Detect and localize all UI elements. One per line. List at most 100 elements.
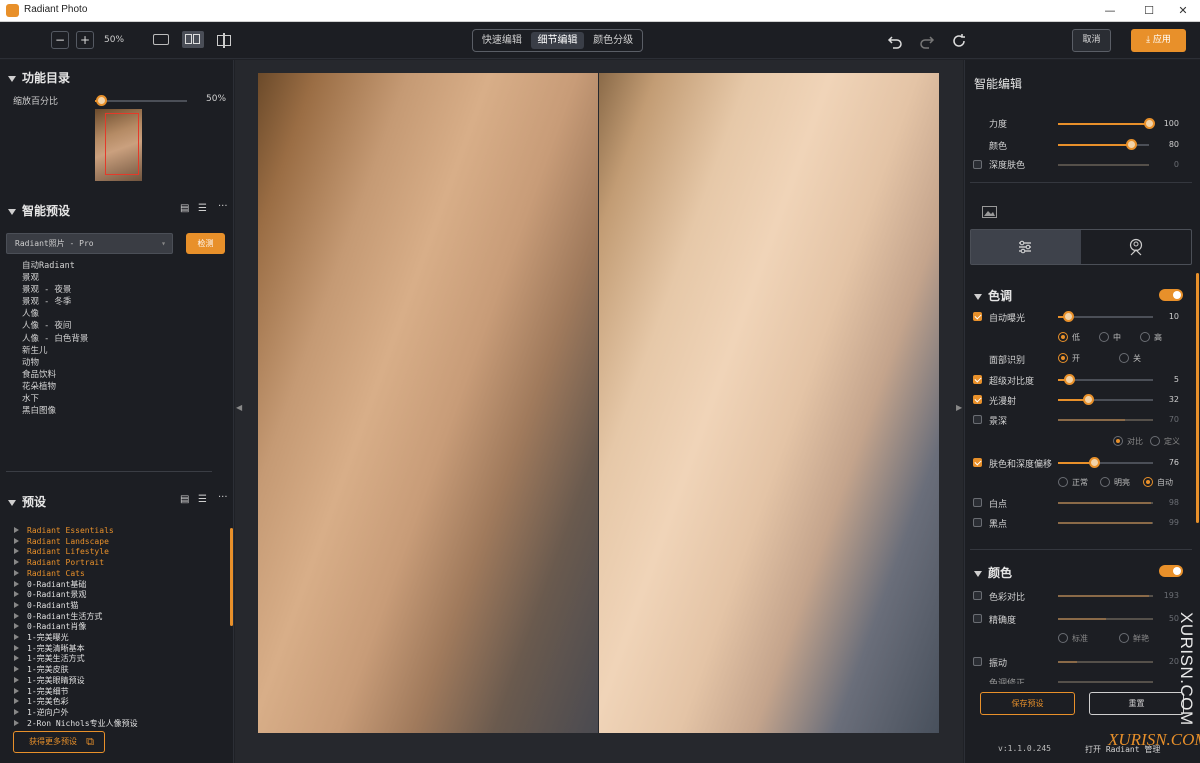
refresh-icon[interactable]	[951, 33, 967, 49]
preset-folder-item[interactable]: 1-完美皮肤	[14, 665, 138, 676]
navigator-view-frame[interactable]	[105, 113, 139, 175]
precision-standard-radio[interactable]	[1058, 633, 1068, 643]
strength-slider[interactable]	[1058, 118, 1155, 129]
minimize-button[interactable]: —	[1093, 0, 1127, 22]
right-panel-scrollbar[interactable]	[1196, 273, 1199, 523]
side-by-side-view-icon[interactable]	[182, 31, 204, 48]
save-preset-button[interactable]: 保存预设	[980, 692, 1075, 715]
exposure-high-radio[interactable]	[1140, 332, 1150, 342]
smart-preset-item[interactable]: 人像	[22, 308, 88, 320]
preset-folder-item[interactable]: 1-逆向户外	[14, 708, 138, 719]
super-contrast-checkbox[interactable]	[973, 375, 982, 384]
auto-exposure-checkbox[interactable]	[973, 312, 982, 321]
preset-folder-item[interactable]: Radiant Essentials	[14, 526, 138, 537]
collapse-right-panel-icon[interactable]: ▶	[956, 403, 962, 412]
white-point-slider[interactable]	[1058, 502, 1153, 504]
exposure-mid-radio[interactable]	[1099, 332, 1109, 342]
smart-preset-item[interactable]: 水下	[22, 393, 88, 405]
vibrance-checkbox[interactable]	[973, 657, 982, 666]
face-detection-off-radio[interactable]	[1119, 353, 1129, 363]
grid-view-icon[interactable]: ▤	[180, 203, 189, 214]
grid-view-icon[interactable]: ▤	[180, 494, 189, 505]
catalog-header[interactable]: 功能目录	[8, 69, 70, 86]
black-point-slider[interactable]	[1058, 522, 1153, 524]
face-detection-on-radio[interactable]	[1058, 353, 1068, 363]
preset-folder-item[interactable]: Radiant Landscape	[14, 537, 138, 548]
color-section-header[interactable]: 颜色	[974, 564, 1012, 581]
smart-preset-item[interactable]: 动物	[22, 357, 88, 369]
split-view-icon[interactable]	[216, 33, 234, 48]
color-strength-handle[interactable]	[1125, 139, 1137, 150]
redo-icon[interactable]	[919, 33, 935, 49]
depth-slider[interactable]	[1058, 419, 1153, 421]
strength-handle[interactable]	[1144, 118, 1155, 129]
preset-folder-item[interactable]: 1-完美曝光	[14, 633, 138, 644]
presets-header[interactable]: 预设	[8, 493, 46, 510]
before-photo[interactable]	[258, 73, 598, 733]
tab-detail-edit[interactable]: 细节编辑	[530, 32, 585, 49]
exposure-low-radio[interactable]	[1058, 332, 1068, 342]
skin-bright-radio[interactable]	[1100, 477, 1110, 487]
black-point-checkbox[interactable]	[973, 518, 982, 527]
skin-depth-checkbox[interactable]	[973, 458, 982, 467]
tone-fix-slider[interactable]	[1058, 681, 1153, 683]
light-diffusion-checkbox[interactable]	[973, 395, 982, 404]
smart-preset-item[interactable]: 新生儿	[22, 345, 88, 357]
image-icon[interactable]	[982, 206, 997, 218]
smart-preset-item[interactable]: 人像 - 白色背景	[22, 333, 88, 345]
undo-icon[interactable]	[887, 33, 903, 49]
smart-preset-item[interactable]: 景观 - 冬季	[22, 296, 88, 308]
tab-quick-edit[interactable]: 快速编辑	[475, 32, 529, 49]
apply-button[interactable]: ⤓ 应用	[1131, 29, 1186, 52]
zoom-in-button[interactable]: +	[76, 31, 94, 49]
color-contrast-slider[interactable]	[1058, 595, 1153, 597]
more-options-icon[interactable]: ···	[218, 492, 228, 503]
precision-vivid-radio[interactable]	[1119, 633, 1129, 643]
presets-scrollbar[interactable]	[230, 528, 233, 626]
smart-presets-header[interactable]: 智能预设	[8, 202, 70, 219]
navigator-thumbnail[interactable]	[95, 109, 142, 181]
after-photo[interactable]	[599, 73, 939, 733]
vibrance-slider[interactable]	[1058, 661, 1153, 663]
white-point-checkbox[interactable]	[973, 498, 982, 507]
preset-folder-item[interactable]: 0-Radiant基础	[14, 580, 138, 591]
depth-contrast-radio[interactable]	[1113, 436, 1123, 446]
zoom-percent-slider[interactable]	[95, 95, 187, 106]
auto-exposure-handle[interactable]	[1062, 311, 1074, 322]
preset-folder-item[interactable]: 1-完美生活方式	[14, 654, 138, 665]
preset-folder-item[interactable]: Radiant Portrait	[14, 558, 138, 569]
preset-folder-item[interactable]: 1-完美细节	[14, 687, 138, 698]
skin-depth-slider[interactable]	[1058, 457, 1153, 468]
preset-folder-item[interactable]: 0-Radiant猫	[14, 601, 138, 612]
tab-color-grading[interactable]: 颜色分级	[586, 32, 640, 49]
single-view-icon[interactable]	[153, 34, 169, 45]
color-strength-slider[interactable]	[1058, 139, 1149, 150]
cancel-button[interactable]: 取消	[1072, 29, 1111, 52]
preset-folder-item[interactable]: 0-Radiant肖像	[14, 622, 138, 633]
light-diffusion-slider[interactable]	[1058, 394, 1153, 405]
preset-folder-item[interactable]: Radiant Cats	[14, 569, 138, 580]
tab-portrait[interactable]	[1082, 230, 1192, 264]
preset-folder-item[interactable]: 2-Ron Nichols专业人像预设	[14, 719, 138, 730]
more-options-icon[interactable]: ···	[218, 201, 228, 212]
super-contrast-slider[interactable]	[1058, 374, 1153, 385]
depth-checkbox[interactable]	[973, 415, 982, 424]
close-button[interactable]: ✕	[1166, 0, 1200, 22]
list-view-icon[interactable]: ☰	[198, 494, 207, 505]
deep-skin-checkbox[interactable]	[973, 160, 982, 169]
tone-section-header[interactable]: 色调	[974, 287, 1012, 304]
smart-preset-item[interactable]: 食品饮料	[22, 369, 88, 381]
smart-preset-item[interactable]: 人像 - 夜间	[22, 320, 88, 332]
smart-preset-item[interactable]: 黑白图像	[22, 405, 88, 417]
detect-button[interactable]: 检测	[186, 233, 225, 254]
tab-sliders[interactable]	[971, 230, 1081, 264]
collapse-left-panel-icon[interactable]: ◀	[236, 403, 242, 412]
smart-preset-item[interactable]: 花朵植物	[22, 381, 88, 393]
preset-folder-item[interactable]: 0-Radiant生活方式	[14, 612, 138, 623]
precision-checkbox[interactable]	[973, 614, 982, 623]
smart-preset-item[interactable]: 景观 - 夜景	[22, 284, 88, 296]
color-toggle[interactable]	[1159, 565, 1183, 577]
depth-definition-radio[interactable]	[1150, 436, 1160, 446]
list-view-icon[interactable]: ☰	[198, 203, 207, 214]
preset-folder-item[interactable]: 1-完美眼睛预设	[14, 676, 138, 687]
